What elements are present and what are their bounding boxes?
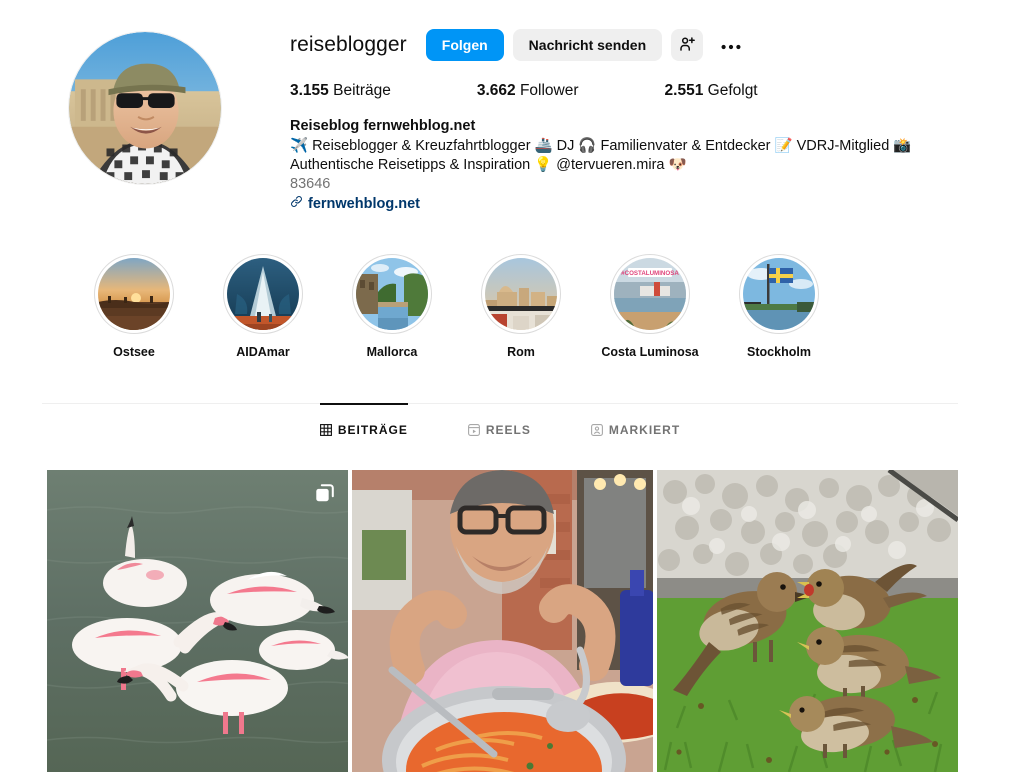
username-and-actions-row: reiseblogger Folgen Nachricht senden — [290, 28, 964, 62]
stat-following-value: 2.551 — [664, 82, 704, 99]
bio-link[interactable]: fernwehblog.net — [290, 195, 964, 214]
bio-line-1: ✈️ Reiseblogger & Kreuzfahrtblogger 🚢 DJ… — [290, 138, 912, 154]
stat-followers[interactable]: 3.662 Follower — [477, 82, 579, 100]
stat-posts-label: Beiträge — [333, 82, 391, 99]
grid-icon — [319, 424, 332, 436]
bio-count: 83646 — [290, 176, 331, 192]
avatar-photo — [69, 32, 221, 184]
highlight-ring: #COSTALUMINOSA — [610, 254, 690, 334]
highlight-label: Stockholm — [747, 345, 811, 359]
stat-posts[interactable]: 3.155 Beiträge — [290, 82, 391, 100]
profile-info-column: reiseblogger Folgen Nachricht senden 3.1… — [290, 28, 1024, 214]
highlight-ring — [481, 254, 561, 334]
person-add-icon — [678, 35, 696, 56]
profile-header: reiseblogger Folgen Nachricht senden 3.1… — [0, 0, 1024, 214]
tab-posts[interactable]: Beiträge — [319, 403, 408, 455]
link-icon — [290, 195, 303, 214]
reels-icon — [467, 423, 480, 436]
profile-bio: Reiseblog fernwehblog.net ✈️ Reiseblogge… — [290, 117, 964, 214]
highlight-label: Ostsee — [113, 345, 155, 359]
highlight-mallorca[interactable]: Mallorca — [350, 254, 434, 359]
post-cell-3[interactable] — [657, 470, 958, 772]
tagged-icon — [590, 423, 603, 436]
highlight-ring — [223, 254, 303, 334]
stat-followers-label: Follower — [519, 82, 579, 99]
avatar[interactable] — [68, 31, 222, 185]
post-cell-2[interactable] — [352, 470, 653, 772]
highlight-label: AIDAmar — [236, 345, 290, 359]
bio-line-2: Authentische Reisetipps & Inspiration 💡 … — [290, 157, 687, 173]
person-add-button[interactable] — [671, 29, 704, 61]
stat-followers-value: 3.662 — [476, 82, 516, 99]
tab-reels-label: Reels — [485, 422, 531, 437]
follow-button[interactable]: Folgen — [425, 29, 504, 61]
post-image-flamingos — [47, 470, 348, 772]
highlight-label: Rom — [507, 345, 535, 359]
highlight-rom[interactable]: Rom — [479, 254, 563, 359]
more-options-button[interactable] — [716, 30, 746, 60]
profile-tabs: Beiträge Reels Markiert — [42, 403, 958, 455]
story-highlights: Ostsee AIDAmar Mallorca Rom #COSTALUMINO… — [0, 214, 1024, 359]
highlight-thumbnail — [98, 258, 170, 330]
highlight-aidamar[interactable]: AIDAmar — [221, 254, 305, 359]
tab-tagged[interactable]: Markiert — [590, 403, 681, 455]
post-image-pasta — [352, 470, 653, 772]
bio-title: Reiseblog fernwehblog.net — [290, 118, 476, 134]
highlight-costa-luminosa[interactable]: #COSTALUMINOSA Costa Luminosa — [601, 254, 699, 359]
post-grid — [47, 470, 958, 772]
stat-following-label: Gefolgt — [707, 82, 758, 99]
svg-text:#COSTALUMINOSA: #COSTALUMINOSA — [621, 270, 679, 277]
highlight-thumbnail — [743, 258, 815, 330]
highlight-stockholm[interactable]: Stockholm — [737, 254, 821, 359]
tab-tagged-label: Markiert — [608, 422, 681, 437]
tab-posts-label: Beiträge — [337, 423, 408, 437]
highlight-thumbnail — [227, 258, 299, 330]
stat-following[interactable]: 2.551 Gefolgt — [665, 82, 758, 100]
highlight-label: Mallorca — [366, 345, 418, 359]
highlight-label: Costa Luminosa — [601, 345, 699, 359]
tab-reels[interactable]: Reels — [467, 403, 531, 455]
post-cell-1[interactable] — [47, 470, 348, 772]
highlight-thumbnail: #COSTALUMINOSA — [614, 258, 686, 330]
send-message-button[interactable]: Nachricht senden — [512, 29, 663, 61]
highlight-thumbnail — [356, 258, 428, 330]
username: reiseblogger — [290, 33, 407, 56]
more-options-icon — [721, 38, 741, 53]
highlight-ostsee[interactable]: Ostsee — [92, 254, 176, 359]
bio-link-text[interactable]: fernwehblog.net — [308, 195, 420, 214]
stat-posts-value: 3.155 — [290, 82, 329, 99]
highlight-ring — [352, 254, 432, 334]
avatar-column — [0, 28, 290, 214]
highlight-ring — [94, 254, 174, 334]
instagram-profile-page: reiseblogger Folgen Nachricht senden 3.1… — [0, 0, 1024, 772]
highlight-ring — [739, 254, 819, 334]
highlight-thumbnail — [485, 258, 557, 330]
post-image-sparrows — [657, 470, 958, 772]
profile-stats: 3.155 Beiträge 3.662 Follower 2.551 Gefo… — [290, 82, 964, 100]
